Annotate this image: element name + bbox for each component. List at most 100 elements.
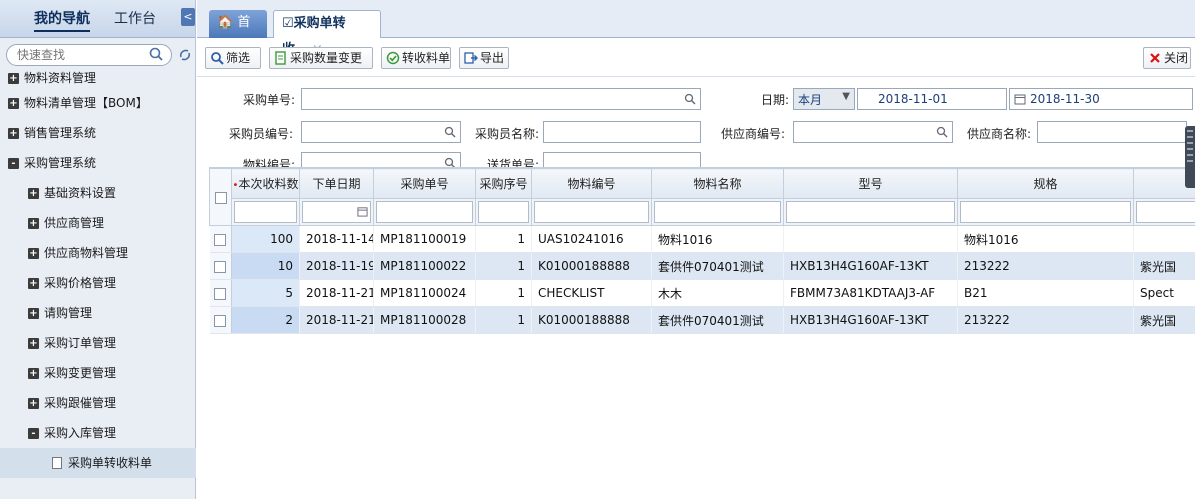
collapse-icon[interactable]: - — [28, 428, 39, 439]
table-row[interactable]: 2 2018-11-21 MP181100028 1 K01000188888 套供件07… — [209, 306, 1195, 334]
column-header[interactable]: 采购单号 — [373, 168, 476, 199]
cell-extra: 紫光国 — [1133, 306, 1195, 334]
expand-icon[interactable]: + — [28, 308, 39, 319]
expand-icon[interactable]: + — [8, 73, 19, 84]
sidebar-item[interactable]: - 采购管理系统 — [0, 148, 196, 178]
tab-my-navigation[interactable]: 我的导航 — [34, 8, 90, 32]
calendar-icon[interactable] — [357, 206, 368, 217]
check-circle-icon — [386, 51, 400, 65]
sidebar-item[interactable]: + 物料资料管理 — [0, 68, 196, 88]
sidebar-item[interactable]: + 销售管理系统 — [0, 118, 196, 148]
column-header[interactable]: 型号 — [783, 168, 958, 199]
expand-icon[interactable]: + — [28, 278, 39, 289]
expand-icon[interactable]: + — [28, 218, 39, 229]
po-number-label: 采购单号: — [243, 93, 296, 107]
export-button[interactable]: 导出 — [459, 47, 509, 69]
select-all-cell[interactable] — [209, 168, 232, 226]
select-all-checkbox[interactable] — [214, 191, 227, 204]
sidebar-menu: + 物料资料管理 + 物料清单管理【BOM】 + 销售管理系统 - 采购管理系统 + 基础资料设置… — [0, 71, 196, 478]
cell-qty[interactable]: 100 — [231, 225, 300, 253]
row-checkbox[interactable] — [214, 287, 227, 300]
calendar-icon[interactable] — [1014, 93, 1026, 105]
date-to-field — [1009, 88, 1193, 110]
expand-icon[interactable]: + — [28, 338, 39, 349]
sidebar-item[interactable]: 采购单转收料单 — [0, 448, 196, 478]
sidebar-item[interactable]: + 供应商物料管理 — [0, 238, 196, 268]
column-filter[interactable] — [231, 198, 300, 226]
tab-home[interactable]: 🏠 首页 — [209, 10, 267, 56]
date-from-input[interactable] — [858, 89, 984, 109]
column-header[interactable]: 物料编号 — [531, 168, 652, 199]
row-select-cell[interactable] — [209, 225, 232, 253]
row-checkbox[interactable] — [214, 314, 227, 327]
lookup-icon[interactable] — [935, 125, 949, 139]
column-filter[interactable] — [475, 198, 532, 226]
refresh-icon[interactable] — [178, 48, 192, 62]
sidebar-item[interactable]: + 基础资料设置 — [0, 178, 196, 208]
expand-icon[interactable]: + — [28, 368, 39, 379]
sidebar-item[interactable]: - 采购入库管理 — [0, 418, 196, 448]
grid-body: 100 2018-11-14 MP181100019 1 UAS10241016 物料10… — [209, 225, 1195, 334]
table-row[interactable]: 10 2018-11-19 MP181100022 1 K01000188888 套供件0… — [209, 252, 1195, 280]
column-header[interactable]: •本次收料数 — [231, 168, 300, 199]
expand-icon[interactable]: + — [28, 398, 39, 409]
cell-po: MP181100022 — [373, 252, 476, 280]
sidebar-item-label: 采购管理系统 — [24, 156, 97, 170]
qty-change-button[interactable]: 采购数量变更 — [269, 47, 373, 69]
row-checkbox[interactable] — [214, 260, 227, 273]
row-select-cell[interactable] — [209, 306, 232, 334]
date-range-select[interactable]: 本月 ▼ — [793, 88, 855, 110]
row-select-cell[interactable] — [209, 279, 232, 307]
column-filter[interactable] — [373, 198, 476, 226]
sidebar-collapse-button[interactable]: < — [181, 8, 195, 26]
close-page-button[interactable]: 关闭 — [1143, 47, 1191, 69]
column-header[interactable]: 下单日期 — [299, 168, 374, 199]
sidebar-item-label: 采购单转收料单 — [68, 456, 153, 470]
column-header[interactable]: 物料名称 — [651, 168, 784, 199]
cell-code: K01000188888 — [531, 252, 652, 280]
collapse-icon[interactable]: - — [8, 158, 19, 169]
sidebar-item[interactable]: + 采购变更管理 — [0, 358, 196, 388]
filter-button[interactable]: 筛选 — [205, 47, 261, 69]
sidebar-item[interactable]: + 采购价格管理 — [0, 268, 196, 298]
cell-qty[interactable]: 10 — [231, 252, 300, 280]
column-header[interactable]: 规格 — [957, 168, 1134, 199]
lookup-icon[interactable] — [683, 92, 697, 106]
expand-icon[interactable]: + — [28, 188, 39, 199]
sidebar-item[interactable]: + 供应商管理 — [0, 208, 196, 238]
cell-qty[interactable]: 5 — [231, 279, 300, 307]
search-icon[interactable] — [149, 47, 163, 61]
quick-search-input[interactable] — [17, 45, 147, 65]
supplier-name-input[interactable] — [1038, 122, 1164, 142]
sidebar-item[interactable]: + 请购管理 — [0, 298, 196, 328]
column-filter[interactable] — [1133, 198, 1195, 226]
column-filter[interactable] — [651, 198, 784, 226]
side-scroll-handle[interactable] — [1185, 126, 1195, 188]
expand-icon[interactable]: + — [8, 128, 19, 139]
table-row[interactable]: 100 2018-11-14 MP181100019 1 UAS10241016 物料10… — [209, 225, 1195, 253]
table-row[interactable]: 5 2018-11-21 MP181100024 1 CHECKLIST 木木 FBMM73… — [209, 279, 1195, 307]
row-select-cell[interactable] — [209, 252, 232, 280]
cell-qty[interactable]: 2 — [231, 306, 300, 334]
column-filter[interactable] — [531, 198, 652, 226]
convert-to-receipt-button[interactable]: 转收料单 — [381, 47, 451, 69]
sidebar-item[interactable]: + 采购订单管理 — [0, 328, 196, 358]
tab-po-to-receipt[interactable]: ☑采购单转收...× — [273, 10, 381, 57]
buyer-name-input[interactable] — [544, 122, 678, 142]
tab-workbench[interactable]: 工作台 — [114, 8, 156, 28]
expand-icon[interactable]: + — [8, 98, 19, 109]
sidebar-item[interactable]: + 采购跟催管理 — [0, 388, 196, 418]
buyer-code-label: 采购员编号: — [229, 127, 294, 141]
row-checkbox[interactable] — [214, 233, 227, 246]
column-filter[interactable] — [299, 198, 374, 226]
expand-icon[interactable]: + — [28, 248, 39, 259]
buyer-code-input[interactable] — [302, 122, 438, 142]
po-number-input[interactable] — [302, 89, 678, 109]
column-filter[interactable] — [957, 198, 1134, 226]
date-to-input[interactable] — [1010, 89, 1170, 109]
supplier-code-input[interactable] — [794, 122, 930, 142]
column-header[interactable]: 采购序号 — [475, 168, 532, 199]
sidebar-item[interactable]: + 物料清单管理【BOM】 — [0, 88, 196, 118]
lookup-icon[interactable] — [443, 125, 457, 139]
column-filter[interactable] — [783, 198, 958, 226]
